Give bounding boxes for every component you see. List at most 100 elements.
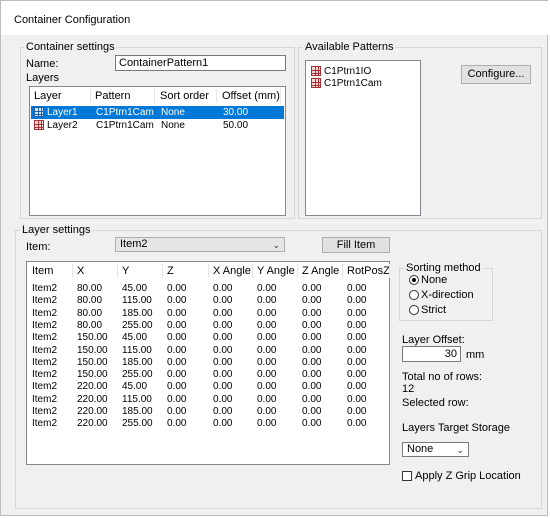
table-cell: 0.00 xyxy=(167,356,187,368)
table-cell: 0.00 xyxy=(302,295,322,307)
apply-z-grip-label[interactable]: Apply Z Grip Location xyxy=(415,470,521,482)
table-cell: 0.00 xyxy=(347,319,367,331)
sorting-method-legend: Sorting method xyxy=(404,262,483,274)
column-header[interactable]: Offset (mm) xyxy=(222,90,280,102)
items-list[interactable]: Item X Y Z X Angle Y Angle Z Angle RotPosZ Item… xyxy=(26,261,390,465)
column-separator[interactable] xyxy=(342,264,343,278)
table-cell: 0.00 xyxy=(347,295,367,307)
table-cell: 0.00 xyxy=(213,369,233,381)
table-cell: 0.00 xyxy=(257,356,277,368)
table-cell: 0.00 xyxy=(213,295,233,307)
column-header[interactable]: Item xyxy=(32,265,53,277)
column-header[interactable]: Sort order xyxy=(160,90,209,102)
table-cell: 0.00 xyxy=(213,393,233,405)
column-separator[interactable] xyxy=(162,264,163,278)
table-cell: 0.00 xyxy=(347,283,367,294)
chevron-down-icon: ⌄ xyxy=(272,240,280,250)
table-cell: 0.00 xyxy=(167,381,187,393)
table-row[interactable]: Item2 150.00 115.00 0.00 0.00 0.00 0.00 0.00 xyxy=(28,344,388,357)
table-row[interactable]: Item2 150.00 255.00 0.00 0.00 0.00 0.00 0.00 xyxy=(28,368,388,381)
configure-button[interactable]: Configure... xyxy=(461,65,531,84)
table-cell: 0.00 xyxy=(213,356,233,368)
table-cell: 185.00 xyxy=(122,406,153,417)
column-header[interactable]: Y Angle xyxy=(257,265,295,277)
table-row[interactable]: Item2 80.00 255.00 0.00 0.00 0.00 0.00 0.00 xyxy=(28,319,388,332)
layer-offset-field[interactable]: 30 xyxy=(402,346,461,362)
table-cell: 255.00 xyxy=(122,369,153,381)
table-cell: 0.00 xyxy=(302,356,322,368)
name-label: Name: xyxy=(26,58,59,70)
table-cell: Item2 xyxy=(32,319,58,331)
layer-row[interactable]: Layer2 C1Ptrn1Cam None 50.00 xyxy=(31,119,284,132)
column-header[interactable]: Z Angle xyxy=(302,265,339,277)
column-separator[interactable] xyxy=(252,264,253,278)
table-cell: 0.00 xyxy=(302,406,322,417)
column-header[interactable]: Z xyxy=(167,265,174,277)
item-select[interactable]: Item2 ⌄ xyxy=(115,237,285,252)
sorting-radio[interactable] xyxy=(409,305,419,315)
fill-item-button[interactable]: Fill Item xyxy=(322,237,390,253)
column-header[interactable]: Y xyxy=(122,265,129,277)
container-settings-legend: Container settings xyxy=(24,41,117,53)
table-cell: Item2 xyxy=(32,418,58,430)
table-cell: 115.00 xyxy=(122,344,152,356)
table-cell: 0.00 xyxy=(257,344,277,356)
name-field[interactable]: ContainerPattern1 xyxy=(115,55,286,71)
layers-list-header: Layer Pattern Sort order Offset (mm) xyxy=(30,87,285,105)
apply-z-grip-checkbox[interactable] xyxy=(402,471,412,481)
column-header[interactable]: Layer xyxy=(34,90,62,102)
layer-offset-unit: mm xyxy=(466,349,485,361)
column-separator[interactable] xyxy=(117,264,118,278)
table-cell: 0.00 xyxy=(257,332,277,344)
grid-icon xyxy=(34,120,44,130)
table-row[interactable]: Item2 220.00 185.00 0.00 0.00 0.00 0.00 0.00 xyxy=(28,405,388,418)
table-row[interactable]: Item2 220.00 45.00 0.00 0.00 0.00 0.00 0.00 xyxy=(28,380,388,393)
table-cell: 0.00 xyxy=(302,369,322,381)
table-cell: 0.00 xyxy=(213,307,233,319)
table-cell: 220.00 xyxy=(77,381,108,393)
table-cell: 80.00 xyxy=(77,307,103,319)
table-cell: 0.00 xyxy=(347,393,367,405)
column-header[interactable]: Pattern xyxy=(95,90,130,102)
table-cell: 0.00 xyxy=(302,381,322,393)
table-cell: 80.00 xyxy=(77,319,103,331)
table-cell: 0.00 xyxy=(167,418,187,430)
table-row[interactable]: Item2 220.00 115.00 0.00 0.00 0.00 0.00 0.00 xyxy=(28,393,388,406)
sorting-option-label[interactable]: Strict xyxy=(421,304,446,316)
column-separator[interactable] xyxy=(297,264,298,278)
target-storage-select[interactable]: None ⌄ xyxy=(402,442,469,457)
table-cell: 0.00 xyxy=(257,393,277,405)
layers-list[interactable]: Layer Pattern Sort order Offset (mm) Lay… xyxy=(29,86,286,216)
chevron-down-icon: ⌄ xyxy=(456,445,464,455)
sorting-radio[interactable] xyxy=(409,290,419,300)
table-cell: 0.00 xyxy=(257,418,277,430)
sorting-option-label[interactable]: None xyxy=(421,274,447,286)
table-cell: 0.00 xyxy=(347,356,367,368)
table-row[interactable]: Item2 80.00 45.00 0.00 0.00 0.00 0.00 0.00 xyxy=(28,282,388,295)
column-separator[interactable] xyxy=(208,264,209,278)
table-cell: 0.00 xyxy=(302,393,322,405)
table-cell: Item2 xyxy=(32,307,58,319)
table-row[interactable]: Item2 80.00 115.00 0.00 0.00 0.00 0.00 0.00 xyxy=(28,294,388,307)
table-cell: 255.00 xyxy=(122,418,153,430)
table-row[interactable]: Item2 150.00 185.00 0.00 0.00 0.00 0.00 0.00 xyxy=(28,356,388,369)
sorting-radio[interactable] xyxy=(409,275,419,285)
column-separator[interactable] xyxy=(72,264,73,278)
table-row[interactable]: Item2 80.00 185.00 0.00 0.00 0.00 0.00 0.00 xyxy=(28,307,388,320)
column-header[interactable]: X xyxy=(77,265,84,277)
column-header[interactable]: RotPosZ xyxy=(347,265,390,277)
layer-row[interactable]: Layer1 C1Ptrn1Cam None 30.00 xyxy=(31,106,284,119)
title-bar: Container Configuration xyxy=(1,1,549,35)
table-cell: 0.00 xyxy=(302,283,322,294)
table-cell: 0.00 xyxy=(213,406,233,417)
table-row[interactable]: Item2 150.00 45.00 0.00 0.00 0.00 0.00 0.00 xyxy=(28,331,388,344)
column-separator[interactable] xyxy=(389,264,390,278)
available-patterns-list[interactable]: C1Ptrn1IO C1Ptrn1Cam xyxy=(305,60,421,216)
grid-icon xyxy=(311,78,321,88)
table-cell: 0.00 xyxy=(257,295,277,307)
pattern-list-item[interactable]: C1Ptrn1Cam xyxy=(307,77,419,90)
column-header[interactable]: X Angle xyxy=(213,265,251,277)
table-row[interactable]: Item2 220.00 255.00 0.00 0.00 0.00 0.00 0.00 xyxy=(28,417,388,430)
layer-cell: 30.00 xyxy=(223,107,249,118)
sorting-option-label[interactable]: X-direction xyxy=(421,289,474,301)
